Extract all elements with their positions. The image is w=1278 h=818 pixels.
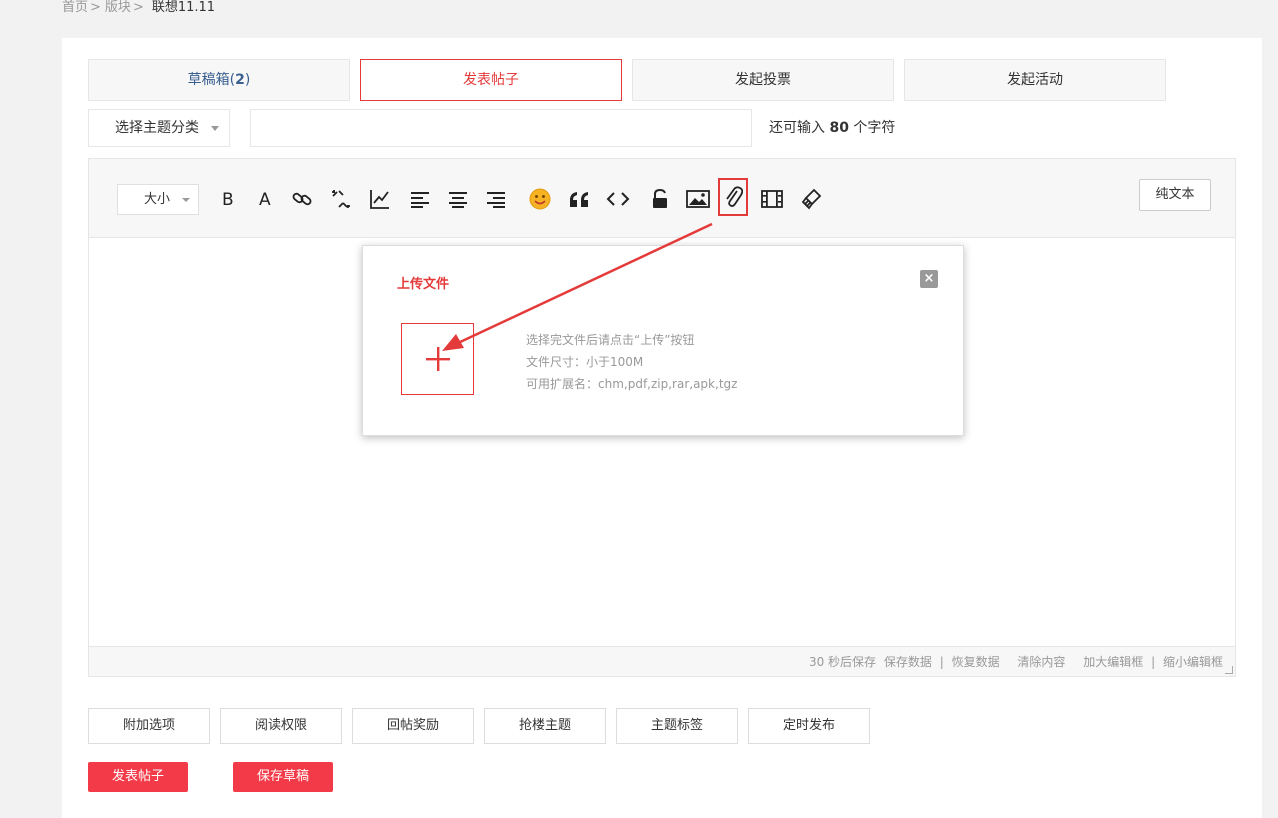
upload-info: 选择完文件后请点击“上传”按钮 文件尺寸：小于100M 可用扩展名：chm,pd… (526, 333, 738, 391)
restore-data-link[interactable]: 恢复数据 (952, 655, 1000, 669)
emoji-icon[interactable] (524, 183, 556, 215)
plus-icon (425, 347, 450, 371)
option-extra[interactable]: 附加选项 (88, 708, 210, 744)
code-icon[interactable] (602, 183, 634, 215)
plain-text-button[interactable]: 纯文本 (1139, 179, 1211, 211)
clear-format-icon[interactable] (796, 183, 828, 215)
upload-file-dialog: 上传文件 × 选择完文件后请点击“上传”按钮 文件尺寸：小于100M 可用扩展名… (362, 245, 964, 436)
tab-drafts[interactable]: 草稿箱(2) (88, 59, 350, 101)
option-scheduled-publish[interactable]: 定时发布 (748, 708, 870, 744)
unlink-icon[interactable] (325, 183, 357, 215)
submit-post-button[interactable]: 发表帖子 (88, 762, 188, 792)
char-count-hint: 还可输入 80 个字符 (769, 120, 896, 136)
option-topic-tags[interactable]: 主题标签 (616, 708, 738, 744)
clear-content-link[interactable]: 清除内容 (1017, 655, 1065, 669)
option-reply-reward[interactable]: 回帖奖励 (352, 708, 474, 744)
dialog-title: 上传文件 (397, 277, 450, 292)
chevron-down-icon (182, 198, 190, 202)
char-count: 80 (829, 120, 849, 136)
link-icon[interactable] (286, 183, 318, 215)
bold-icon[interactable]: B (212, 183, 244, 215)
editor-status-bar: 30 秒后保存 保存数据 | 恢复数据 清除内容 加大编辑框 | 缩小编辑框 (89, 646, 1235, 676)
draft-count: 2 (235, 72, 245, 88)
save-data-link[interactable]: 保存数据 (884, 655, 932, 669)
chevron-down-icon (211, 126, 219, 131)
option-floor-grab[interactable]: 抢楼主题 (484, 708, 606, 744)
breadcrumb-home[interactable]: 首页 (62, 0, 88, 15)
resize-handle[interactable] (1225, 666, 1233, 674)
tab-event[interactable]: 发起活动 (904, 59, 1166, 101)
align-right-icon[interactable] (480, 183, 512, 215)
shrink-editor-link[interactable]: 缩小编辑框 (1163, 655, 1223, 669)
lock-icon[interactable] (644, 183, 676, 215)
font-color-icon[interactable]: A (250, 183, 282, 215)
category-select[interactable]: 选择主题分类 (88, 109, 230, 147)
tab-post[interactable]: 发表帖子 (360, 59, 622, 101)
align-left-icon[interactable] (404, 183, 436, 215)
breadcrumb-current: 联想11.11 (151, 0, 216, 15)
video-icon[interactable] (756, 183, 788, 215)
quote-icon[interactable] (564, 183, 596, 215)
save-draft-button[interactable]: 保存草稿 (233, 762, 333, 792)
breadcrumb-section[interactable]: 版块 (105, 0, 131, 15)
add-file-button[interactable] (401, 323, 474, 395)
tab-poll[interactable]: 发起投票 (632, 59, 894, 101)
svg-text:A: A (259, 190, 271, 209)
image-icon[interactable] (682, 183, 714, 215)
enlarge-editor-link[interactable]: 加大编辑框 (1083, 655, 1143, 669)
editor-toolbar: 大小 B A 纯文本 (89, 159, 1235, 238)
breadcrumb: 首页 > 版块 > 联想11.11 (62, 0, 216, 15)
font-size-select[interactable]: 大小 (117, 184, 199, 215)
option-read-permission[interactable]: 阅读权限 (220, 708, 342, 744)
title-input[interactable] (250, 109, 752, 147)
svg-text:B: B (222, 190, 234, 209)
close-icon[interactable]: × (920, 270, 938, 288)
attachment-icon[interactable] (718, 178, 748, 216)
align-center-icon[interactable] (442, 183, 474, 215)
autosave-text: 30 秒后保存 (808, 655, 877, 669)
chart-icon[interactable] (364, 183, 396, 215)
